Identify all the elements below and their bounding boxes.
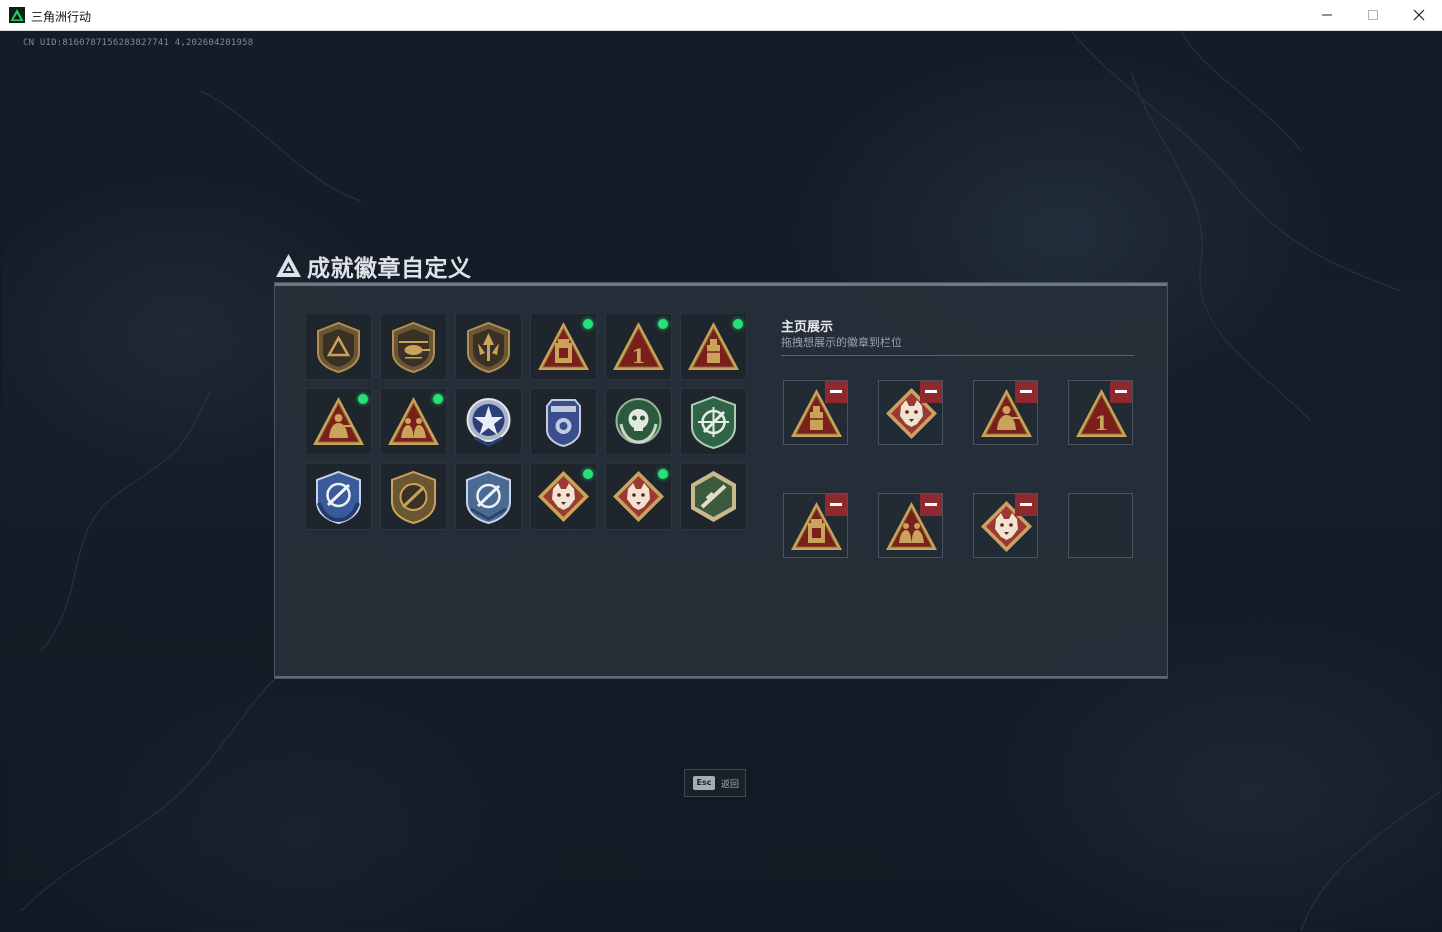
blue-star-medal-badge-icon	[466, 398, 511, 447]
svg-text:1: 1	[1095, 411, 1109, 435]
gold-container-triangle-badge-icon	[688, 322, 739, 370]
badge-cell[interactable]	[380, 463, 447, 530]
new-badge-dot	[583, 319, 593, 329]
number-one-triangle-badge-icon: 1	[613, 322, 664, 370]
badge-cell[interactable]	[305, 463, 372, 530]
panel-top-border	[275, 283, 1167, 286]
badge-cell[interactable]	[530, 388, 597, 455]
window-title: 三角洲行动	[31, 10, 92, 24]
panel-bottom-border	[275, 676, 1167, 678]
helicopter-shield-badge-icon	[392, 321, 435, 374]
remove-badge-button[interactable]	[825, 494, 847, 516]
showcase-slot[interactable]	[783, 380, 848, 445]
green-skull-laurel-badge-icon	[615, 398, 662, 444]
badge-cell[interactable]: 1	[605, 313, 672, 380]
svg-text:1: 1	[632, 344, 646, 368]
badge-cell[interactable]	[680, 463, 747, 530]
remove-badge-button[interactable]	[1110, 381, 1132, 403]
close-button[interactable]	[1396, 0, 1442, 31]
minus-icon	[1020, 390, 1032, 393]
close-icon	[1413, 9, 1425, 21]
minimize-button[interactable]	[1304, 0, 1350, 31]
new-badge-dot	[658, 319, 668, 329]
game-viewport: CN UID:8160787156283827741 4,20260420195…	[1, 31, 1441, 931]
maximize-button[interactable]	[1350, 0, 1396, 31]
wolf-diamond-badge-icon	[613, 471, 664, 522]
gold-rifle-shield-badge-icon	[391, 470, 436, 524]
showcase-slot[interactable]	[878, 493, 943, 558]
esc-back-label: 返回	[721, 780, 740, 790]
badge-cell[interactable]	[530, 463, 597, 530]
minus-icon	[830, 503, 842, 506]
shield-triangle-badge-icon	[317, 321, 360, 374]
remove-badge-button[interactable]	[920, 381, 942, 403]
minus-icon	[925, 390, 937, 393]
showcase-slot[interactable]	[878, 380, 943, 445]
badge-cell[interactable]	[305, 313, 372, 380]
gold-soldier-triangle-badge-icon	[313, 397, 364, 445]
minus-icon	[925, 503, 937, 506]
badge-cell[interactable]	[680, 388, 747, 455]
green-hexagon-gun-badge-icon	[691, 471, 736, 522]
user-id-text: CN UID:8160787156283827741 4,20260420195…	[23, 38, 254, 48]
blue-crosshair-shield-badge-icon	[466, 470, 511, 524]
esc-back-button[interactable]: Esc 返回	[684, 769, 746, 797]
remove-badge-button[interactable]	[1015, 494, 1037, 516]
badge-cell[interactable]	[380, 388, 447, 455]
badge-cell[interactable]	[305, 388, 372, 455]
badge-cell[interactable]	[605, 463, 672, 530]
badge-cell[interactable]	[455, 388, 522, 455]
panel-title: 成就徽章自定义	[307, 256, 472, 282]
green-crosshair-shield-badge-icon	[691, 395, 736, 449]
new-badge-dot	[733, 319, 743, 329]
showcase-slot[interactable]	[973, 493, 1038, 558]
minimize-icon	[1322, 14, 1332, 16]
blue-police-badge-icon	[546, 399, 581, 448]
arrow-shield-badge-icon	[467, 321, 510, 374]
remove-badge-button[interactable]	[825, 381, 847, 403]
showcase-slot-empty[interactable]	[1068, 493, 1133, 558]
triangle-logo-icon	[276, 254, 301, 277]
minus-icon	[1115, 390, 1127, 393]
minus-icon	[830, 390, 842, 393]
remove-badge-button[interactable]	[1015, 381, 1037, 403]
badge-cell[interactable]	[680, 313, 747, 380]
wolf-diamond-badge-icon	[538, 471, 589, 522]
badge-cell[interactable]	[455, 313, 522, 380]
badge-cell[interactable]	[380, 313, 447, 380]
minus-icon	[1020, 503, 1032, 506]
gold-tower-triangle-badge-icon	[538, 322, 589, 370]
app-logo-icon	[9, 7, 25, 23]
showcase-divider	[781, 355, 1134, 356]
showcase-slot[interactable]	[973, 380, 1038, 445]
showcase-slot[interactable]	[783, 493, 848, 558]
window-titlebar: 三角洲行动	[0, 0, 1442, 31]
showcase-slot[interactable]: 1	[1068, 380, 1133, 445]
showcase-subtitle: 拖拽想展示的徽章到栏位	[781, 336, 902, 349]
new-badge-dot	[358, 394, 368, 404]
maximize-icon	[1368, 10, 1378, 20]
showcase-title: 主页展示	[781, 320, 834, 335]
badge-customization-panel: 1 主页展示 拖拽想展示的徽章到栏位 1	[274, 282, 1168, 679]
esc-key-icon: Esc	[693, 776, 715, 790]
gold-squad-triangle-badge-icon	[388, 397, 439, 445]
new-badge-dot	[433, 394, 443, 404]
remove-badge-button[interactable]	[920, 494, 942, 516]
blue-crosshair-laurel-badge-icon	[316, 470, 361, 524]
badge-cell[interactable]	[530, 313, 597, 380]
new-badge-dot	[658, 469, 668, 479]
new-badge-dot	[583, 469, 593, 479]
badge-cell[interactable]	[605, 388, 672, 455]
badge-cell[interactable]	[455, 463, 522, 530]
